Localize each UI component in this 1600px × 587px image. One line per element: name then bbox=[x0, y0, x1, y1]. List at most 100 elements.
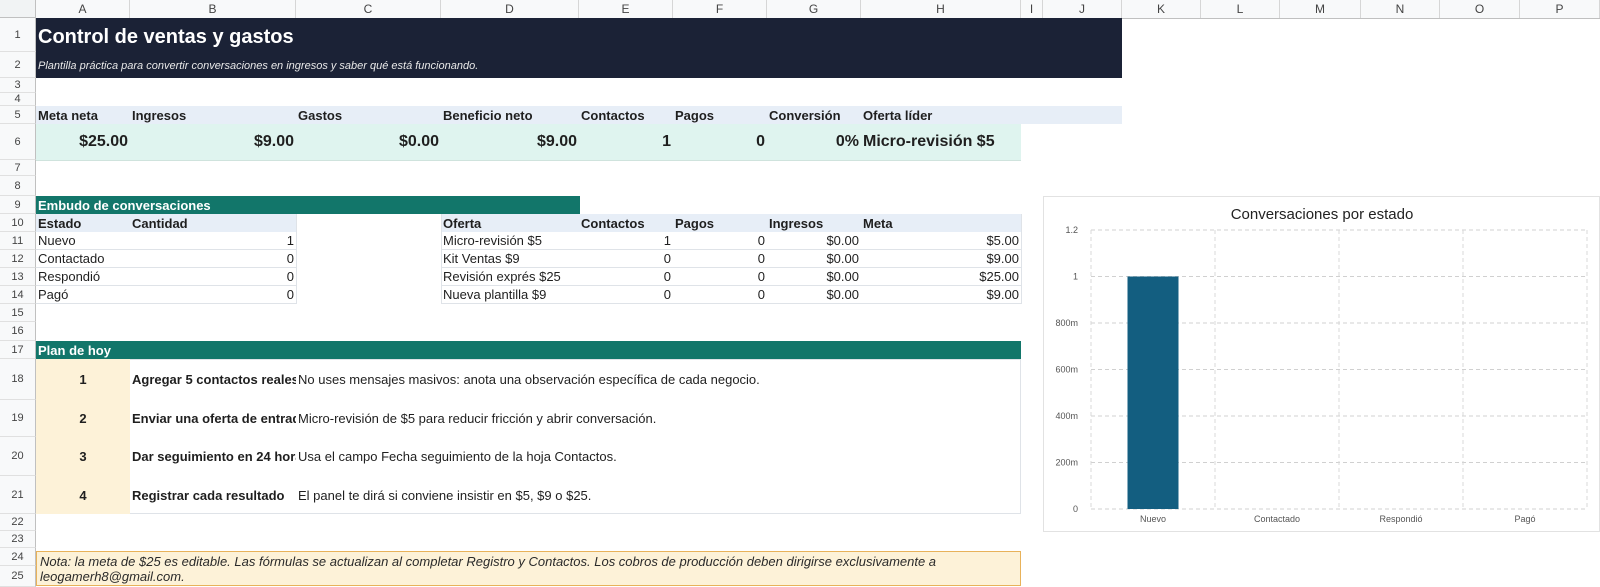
offers-cell-3-3[interactable]: $0.00 bbox=[767, 286, 861, 304]
note-box[interactable]: Nota: la meta de $25 es editable. Las fó… bbox=[36, 551, 1021, 586]
offers-header-4[interactable]: Meta bbox=[861, 214, 1021, 232]
column-header-b[interactable]: B bbox=[130, 0, 296, 18]
kpi-value-2[interactable]: $0.00 bbox=[296, 124, 441, 160]
funnel-header-1[interactable]: Cantidad bbox=[130, 214, 296, 232]
funnel-cell-3-0[interactable]: Pagó bbox=[36, 286, 130, 304]
offers-cell-0-2[interactable]: 0 bbox=[673, 232, 767, 250]
row-header-13[interactable]: 13 bbox=[0, 268, 36, 286]
offers-cell-3-0[interactable]: Nueva plantilla $9 bbox=[441, 286, 579, 304]
row-header-15[interactable]: 15 bbox=[0, 304, 36, 322]
kpi-label-4[interactable]: Contactos bbox=[579, 106, 673, 124]
offers-cell-1-4[interactable]: $9.00 bbox=[861, 250, 1021, 268]
funnel-cell-0-1[interactable]: 1 bbox=[130, 232, 296, 250]
funnel-cell-0-0[interactable]: Nuevo bbox=[36, 232, 130, 250]
kpi-value-5[interactable]: 0 bbox=[673, 124, 767, 160]
row-header-10[interactable]: 10 bbox=[0, 214, 36, 232]
row-header-8[interactable]: 8 bbox=[0, 176, 36, 196]
offers-cell-3-2[interactable]: 0 bbox=[673, 286, 767, 304]
funnel-cell-1-1[interactable]: 0 bbox=[130, 250, 296, 268]
column-header-j[interactable]: J bbox=[1043, 0, 1122, 18]
row-header-4[interactable]: 4 bbox=[0, 93, 36, 106]
offers-cell-2-4[interactable]: $25.00 bbox=[861, 268, 1021, 286]
kpi-label-6[interactable]: Conversión bbox=[767, 106, 861, 124]
offers-cell-0-4[interactable]: $5.00 bbox=[861, 232, 1021, 250]
kpi-label-7[interactable]: Oferta líder bbox=[861, 106, 1021, 124]
row-header-12[interactable]: 12 bbox=[0, 250, 36, 268]
plan-detail-0[interactable]: No uses mensajes masivos: anota una obse… bbox=[296, 359, 1016, 400]
offers-cell-3-4[interactable]: $9.00 bbox=[861, 286, 1021, 304]
offers-cell-2-0[interactable]: Revisión exprés $25 bbox=[441, 268, 579, 286]
column-header-n[interactable]: N bbox=[1361, 0, 1440, 18]
row-header-2[interactable]: 2 bbox=[0, 52, 36, 78]
plan-number-0[interactable]: 1 bbox=[36, 359, 130, 400]
funnel-cell-2-0[interactable]: Respondió bbox=[36, 268, 130, 286]
plan-detail-1[interactable]: Micro-revisión de $5 para reducir fricci… bbox=[296, 400, 1016, 437]
offers-cell-0-0[interactable]: Micro-revisión $5 bbox=[441, 232, 579, 250]
plan-section-title[interactable]: Plan de hoy bbox=[36, 341, 1021, 359]
plan-number-2[interactable]: 3 bbox=[36, 437, 130, 476]
row-header-14[interactable]: 14 bbox=[0, 286, 36, 304]
column-header-d[interactable]: D bbox=[441, 0, 579, 18]
chart-conversaciones[interactable]: Conversaciones por estado 0 200m 400m 600m 80… bbox=[1043, 196, 1600, 532]
offers-header-2[interactable]: Pagos bbox=[673, 214, 767, 232]
offers-cell-1-1[interactable]: 0 bbox=[579, 250, 673, 268]
plan-number-3[interactable]: 4 bbox=[36, 476, 130, 514]
row-header-6[interactable]: 6 bbox=[0, 124, 36, 160]
offers-cell-0-1[interactable]: 1 bbox=[579, 232, 673, 250]
kpi-value-6[interactable]: 0% bbox=[767, 124, 861, 160]
row-header-3[interactable]: 3 bbox=[0, 78, 36, 93]
funnel-cell-2-1[interactable]: 0 bbox=[130, 268, 296, 286]
offers-cell-2-1[interactable]: 0 bbox=[579, 268, 673, 286]
funnel-header-0[interactable]: Estado bbox=[36, 214, 130, 232]
column-header-i[interactable]: I bbox=[1021, 0, 1043, 18]
column-header-m[interactable]: M bbox=[1280, 0, 1361, 18]
offers-cell-1-2[interactable]: 0 bbox=[673, 250, 767, 268]
row-header-25[interactable]: 25 bbox=[0, 566, 36, 587]
offers-header-3[interactable]: Ingresos bbox=[767, 214, 861, 232]
offers-header-1[interactable]: Contactos bbox=[579, 214, 673, 232]
kpi-value-7[interactable]: Micro-revisión $5 bbox=[861, 124, 1021, 160]
funnel-section-title[interactable]: Embudo de conversaciones bbox=[36, 196, 580, 214]
page-title[interactable]: Control de ventas y gastos bbox=[36, 20, 736, 54]
kpi-value-4[interactable]: 1 bbox=[579, 124, 673, 160]
select-all-corner[interactable] bbox=[0, 0, 36, 18]
plan-detail-3[interactable]: El panel te dirá si conviene insistir en… bbox=[296, 476, 1016, 514]
kpi-label-3[interactable]: Beneficio neto bbox=[441, 106, 579, 124]
column-header-a[interactable]: A bbox=[36, 0, 130, 18]
row-header-5[interactable]: 5 bbox=[0, 106, 36, 124]
offers-cell-2-3[interactable]: $0.00 bbox=[767, 268, 861, 286]
row-header-20[interactable]: 20 bbox=[0, 437, 36, 476]
column-header-p[interactable]: P bbox=[1520, 0, 1600, 18]
column-header-g[interactable]: G bbox=[767, 0, 861, 18]
column-header-k[interactable]: K bbox=[1122, 0, 1201, 18]
column-header-c[interactable]: C bbox=[296, 0, 441, 18]
row-header-17[interactable]: 17 bbox=[0, 341, 36, 359]
kpi-value-0[interactable]: $25.00 bbox=[36, 124, 130, 160]
funnel-cell-3-1[interactable]: 0 bbox=[130, 286, 296, 304]
kpi-value-3[interactable]: $9.00 bbox=[441, 124, 579, 160]
offers-header-0[interactable]: Oferta bbox=[441, 214, 579, 232]
row-header-19[interactable]: 19 bbox=[0, 400, 36, 437]
kpi-label-1[interactable]: Ingresos bbox=[130, 106, 296, 124]
offers-cell-0-3[interactable]: $0.00 bbox=[767, 232, 861, 250]
row-header-23[interactable]: 23 bbox=[0, 531, 36, 548]
funnel-cell-1-0[interactable]: Contactado bbox=[36, 250, 130, 268]
row-header-18[interactable]: 18 bbox=[0, 359, 36, 400]
row-header-7[interactable]: 7 bbox=[0, 160, 36, 176]
kpi-label-2[interactable]: Gastos bbox=[296, 106, 441, 124]
kpi-label-5[interactable]: Pagos bbox=[673, 106, 767, 124]
plan-detail-2[interactable]: Usa el campo Fecha seguimiento de la hoj… bbox=[296, 437, 1016, 476]
row-header-16[interactable]: 16 bbox=[0, 322, 36, 341]
plan-task-1[interactable]: Enviar una oferta de entrada bbox=[130, 400, 296, 437]
column-header-o[interactable]: O bbox=[1440, 0, 1520, 18]
offers-cell-2-2[interactable]: 0 bbox=[673, 268, 767, 286]
row-header-9[interactable]: 9 bbox=[0, 196, 36, 214]
kpi-label-0[interactable]: Meta neta bbox=[36, 106, 130, 124]
row-header-11[interactable]: 11 bbox=[0, 232, 36, 250]
plan-task-3[interactable]: Registrar cada resultado bbox=[130, 476, 296, 514]
page-subtitle[interactable]: Plantilla práctica para convertir conver… bbox=[36, 56, 936, 76]
column-header-h[interactable]: H bbox=[861, 0, 1021, 18]
column-header-l[interactable]: L bbox=[1201, 0, 1280, 18]
offers-cell-1-0[interactable]: Kit Ventas $9 bbox=[441, 250, 579, 268]
row-header-24[interactable]: 24 bbox=[0, 548, 36, 566]
